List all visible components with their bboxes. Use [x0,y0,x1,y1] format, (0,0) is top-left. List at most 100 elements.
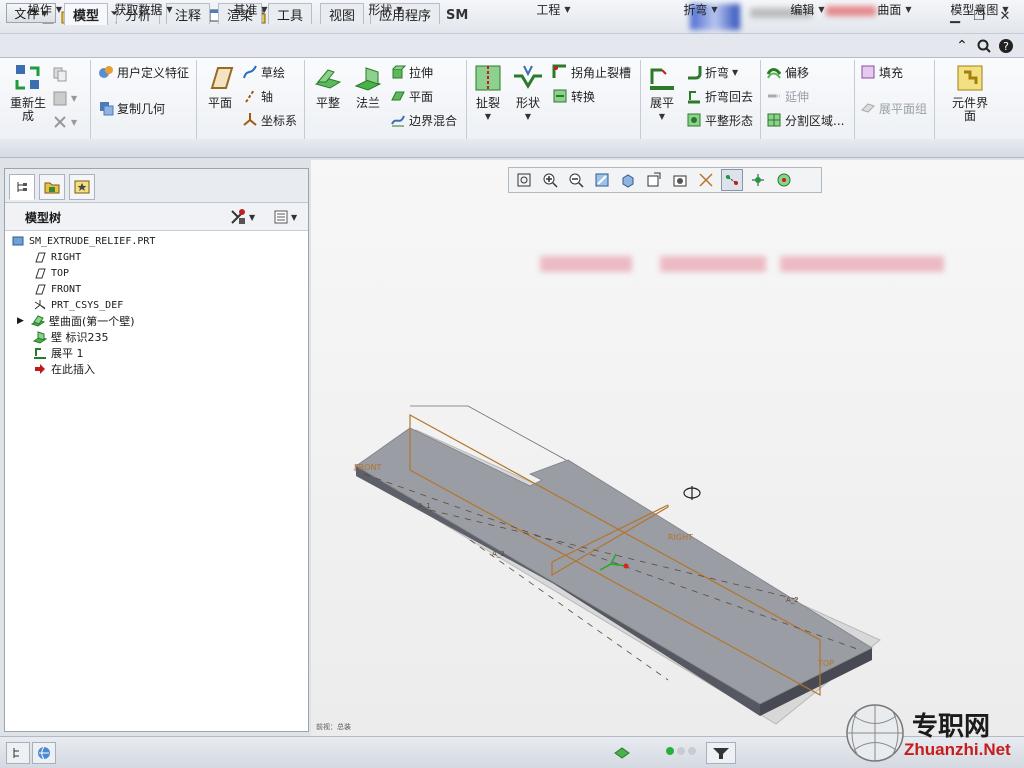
wall-icon [33,330,47,344]
group-surfaces[interactable]: 曲面 ▼ [855,1,934,18]
datum-axis-toggle-icon[interactable] [721,169,743,191]
csys-icon [33,298,47,312]
tree-item-unbend[interactable]: 展平 1 [33,345,84,361]
search-icon[interactable] [976,38,992,54]
extrude-button[interactable]: 拉伸 [390,62,433,82]
group-model-intent[interactable]: 模型意图 ▼ [935,1,1024,18]
flat-wall-button[interactable]: 平整 [310,62,346,110]
form-button[interactable]: 形状 ▼ [510,62,546,123]
convert-button[interactable]: 转换 [552,86,595,106]
udf-icon [99,66,113,78]
tree-item-wall-surface[interactable]: ▶ 壁曲面(第一个壁) [17,313,135,329]
saved-orientations-icon[interactable] [643,169,665,191]
datum-display-icon[interactable] [695,169,717,191]
unbend-icon [650,68,674,90]
boundary-blend-button[interactable]: 边界混合 [390,110,457,130]
model-tree-tab[interactable] [9,174,35,200]
offset-button[interactable]: 偏移 [766,62,809,82]
group-engineering[interactable]: 工程 ▼ [467,1,640,18]
datum-plane-icon [33,266,47,280]
model-tree-title: 模型树 [25,211,62,225]
tree-item-right[interactable]: RIGHT [33,249,81,265]
delete-icon[interactable]: ▼ [52,112,77,132]
unbend-icon [33,346,47,360]
copy-geometry-button[interactable]: 复制几何 [98,98,165,118]
unbend-button[interactable]: 展平 ▼ [644,62,680,123]
tree-item-front[interactable]: FRONT [33,281,81,297]
regenerate-button[interactable]: 重新生成 [8,62,48,123]
fill-button[interactable]: 填充 [860,62,903,82]
split-area-icon [767,113,781,127]
group-shapes[interactable]: 形状 ▼ [305,1,466,18]
expand-arrow-icon[interactable]: ▶ [17,316,27,326]
user-defined-feature-button[interactable]: 用户定义特征 [98,62,189,82]
favorites-tab[interactable] [69,174,95,200]
bend-back-button[interactable]: 折弯回去 [686,86,753,106]
sketch-button[interactable]: 草绘 [242,62,285,82]
spin-center-toggle-icon[interactable] [747,169,769,191]
rip-button[interactable]: 扯裂 ▼ [470,62,506,123]
datum-plane-icon [33,282,47,296]
flatten-form-icon [687,113,701,127]
display-style-icon[interactable] [617,169,639,191]
3d-model-view[interactable]: FRONT RIGHT TOP A_1 A_2 A_3 [311,160,1024,736]
toggle-navigator-icon[interactable] [6,742,30,764]
paste-icon[interactable]: ▼ [52,88,77,108]
component-interface-button[interactable]: 元件界面 [948,62,992,123]
flat-pattern-button[interactable]: 展平面组 [860,98,927,118]
tree-item-wall[interactable]: 壁 标识235 [33,329,109,345]
folder-browser-tab[interactable] [39,174,65,200]
label-right: RIGHT [668,533,693,542]
refit-icon[interactable] [513,169,535,191]
csys-label: 坐标系 [261,113,298,128]
flatten-form-button[interactable]: 平整形态 [686,110,753,130]
split-area-button[interactable]: 分割区域... [766,110,844,130]
offset-icon [766,68,782,79]
extend-button[interactable]: 延伸 [766,86,809,106]
plane-button[interactable]: 平面 [202,62,238,110]
tree-item-insert-here[interactable]: 在此插入 [33,361,95,377]
tab-model[interactable]: 模型 [64,3,109,25]
show-menu-button[interactable]: ▼ [273,208,303,226]
tree-item-label: 展平 1 [51,347,84,360]
planar-button[interactable]: 平面 [390,86,433,106]
repaint-icon[interactable] [591,169,613,191]
corner-relief-button[interactable]: 拐角止裂槽 [552,62,631,82]
planar-label: 平面 [409,89,434,104]
help-icon[interactable]: ? [998,38,1014,54]
watermark-cn: 专职网 [912,712,991,742]
zoom-in-icon[interactable] [539,169,561,191]
group-editing[interactable]: 编辑 ▼ [761,1,854,18]
tree-item-top[interactable]: TOP [33,265,69,281]
extrude-icon [392,65,406,79]
insert-arrow-icon [33,362,47,376]
bend-button[interactable]: 折弯 ▼ [686,62,738,82]
navigator-panel: 模型树 ▼ ▼ SM_EXTRUDE_RELIEF.PRT RIGHT TOP … [4,168,309,732]
group-datum[interactable]: 基准 ▼ [197,1,304,18]
group-label: 形状 [368,3,393,17]
group-bends[interactable]: 折弯 ▼ [641,1,760,18]
selection-filter-icon[interactable] [706,742,736,764]
tree-item-csys[interactable]: PRT_CSYS_DEF [33,297,123,313]
sketch-icon [243,65,257,79]
group-label: 折弯 [683,3,708,17]
group-label: 基准 [233,3,258,17]
offset-label: 偏移 [785,65,810,80]
toggle-browser-icon[interactable] [32,742,56,764]
model-tree-tab-icon [17,182,27,192]
label-front: FRONT [354,463,381,472]
csys-button[interactable]: 坐标系 [242,110,297,130]
annotation-display-icon[interactable] [773,169,795,191]
tree-item-label: 壁 标识235 [51,331,109,344]
csys-origin [623,563,629,569]
regen-status-icon[interactable] [612,743,632,763]
axis-button[interactable]: 轴 [242,86,273,106]
view-manager-icon[interactable] [669,169,691,191]
tree-settings-button[interactable]: ▼ [229,208,259,226]
zoom-out-icon[interactable] [565,169,587,191]
minimize-ribbon-icon[interactable]: ⌃ [954,38,970,54]
flange-wall-button[interactable]: 法兰 [350,62,386,110]
tree-item-part[interactable]: SM_EXTRUDE_RELIEF.PRT [11,233,155,249]
corner-relief-icon [552,64,566,78]
copy-icon[interactable] [52,64,68,84]
